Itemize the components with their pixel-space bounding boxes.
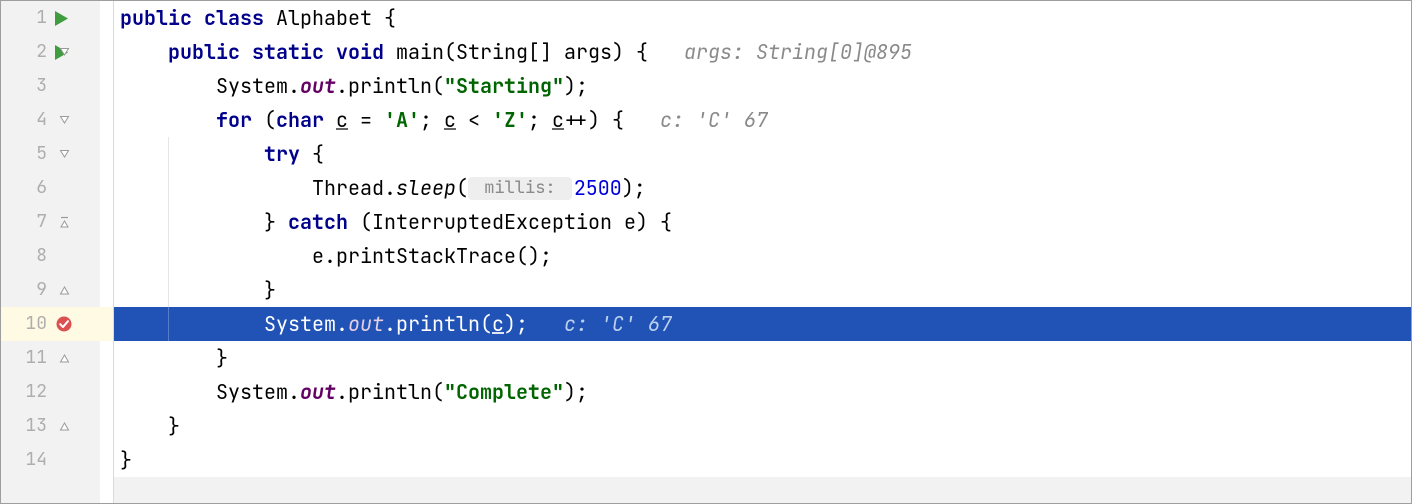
code-token: ; [420,103,444,137]
variable: c [492,307,504,341]
method-call: sleep [396,171,456,205]
code-text[interactable]: } catch (InterruptedException e) { [114,205,1411,239]
code-text[interactable]: public class Alphabet { [114,1,1411,35]
code-token: ); [504,307,564,341]
variable: c [444,103,456,137]
code-token: ( [264,103,276,137]
editor-line[interactable]: 11 } [1,341,1411,375]
code-text[interactable]: e.printStackTrace(); [114,239,1411,273]
code-token: ); [564,69,588,103]
line-number: 9 [1,273,49,307]
editor-line-current[interactable]: 10 System.out.println(c); c: 'C' 67 [1,307,1411,341]
line-number: 3 [1,69,49,103]
code-token: .println( [336,375,444,409]
line-number: 13 [1,409,49,443]
inline-hint: args: String[0]@895 [684,35,912,69]
code-text[interactable]: } [114,341,1411,375]
line-number: 10 [1,307,49,341]
fold-column[interactable] [100,409,114,443]
brace: } [216,341,228,375]
line-number: 6 [1,171,49,205]
code-token: .println( [384,307,492,341]
line-number: 14 [1,443,49,477]
brace: } [264,273,276,307]
variable: c [552,103,564,137]
gutter: 14 [1,443,100,477]
code-token: ); [622,171,646,205]
code-token: .println( [336,69,444,103]
brace: { [384,1,396,35]
code-token: ; [528,103,552,137]
string-literal: "Starting" [444,69,564,103]
code-text[interactable]: for (char c = 'A'; c < 'Z'; c++) { c: 'C… [114,103,1411,137]
editor-line[interactable]: 2 public static void main(String[] args)… [1,35,1411,69]
code-token: System. [264,307,348,341]
editor-line[interactable]: 5 try { [1,137,1411,171]
code-token: < [456,103,492,137]
inline-hint: c: 'C' 67 [564,307,672,341]
code-text[interactable]: try { [114,137,1411,171]
code-token: System. [216,69,300,103]
char-literal: 'Z' [492,103,528,137]
line-number: 12 [1,375,49,409]
string-literal: "Complete" [444,375,564,409]
inline-hint: c: 'C' 67 [660,103,768,137]
editor-line[interactable]: 13 } [1,409,1411,443]
field-ref: out [348,307,384,341]
keyword: catch [288,205,360,239]
line-number: 5 [1,137,49,171]
editor-line[interactable]: 7 } catch (InterruptedException e) { [1,205,1411,239]
editor-line[interactable]: 14 } [1,443,1411,477]
keyword: char [276,103,336,137]
variable: c [336,103,348,137]
code-text[interactable]: Thread.sleep( millis: 2500); [114,171,1411,205]
code-token: = [348,103,384,137]
keyword: try [264,137,312,171]
number-literal: 2500 [574,171,622,205]
char-literal: 'A' [384,103,420,137]
code-token: (InterruptedException e) { [360,205,672,239]
line-number: 11 [1,341,49,375]
code-editor[interactable]: 1 public class Alphabet { 2 public stati… [1,1,1411,503]
field-ref: out [300,375,336,409]
editor-line[interactable]: 12 System.out.println("Complete"); [1,375,1411,409]
brace: } [168,409,180,443]
line-number: 1 [1,1,49,35]
editor-line[interactable]: 8 e.printStackTrace(); [1,239,1411,273]
code-token: Thread. [312,171,396,205]
class-name: Alphabet [276,1,384,35]
fold-column [100,443,114,477]
code-text[interactable]: System.out.println(c); c: 'C' 67 [114,307,1411,341]
keyword: public static void [168,35,396,69]
parameter-hint: millis: [468,177,572,200]
line-number: 7 [1,205,49,239]
code-token: ++) { [564,103,660,137]
code-token: e.printStackTrace(); [312,239,552,273]
editor-line[interactable]: 9 } [1,273,1411,307]
code-text[interactable]: } [114,409,1411,443]
code-text[interactable]: public static void main(String[] args) {… [114,35,1411,69]
method-signature: main(String[] args) { [396,35,684,69]
line-number: 2 [1,35,49,69]
line-number: 4 [1,103,49,137]
code-text[interactable]: System.out.println("Starting"); [114,69,1411,103]
code-token: ( [456,171,468,205]
editor-line[interactable]: 6 Thread.sleep( millis: 2500); [1,171,1411,205]
brace: } [264,205,288,239]
keyword: for [216,103,264,137]
code-text[interactable]: } [114,443,1411,477]
code-token: ); [564,375,588,409]
code-text[interactable]: } [114,273,1411,307]
editor-filler [1,477,1411,503]
code-text[interactable]: System.out.println("Complete"); [114,375,1411,409]
field-ref: out [300,69,336,103]
code-token: System. [216,375,300,409]
editor-line[interactable]: 1 public class Alphabet { [1,1,1411,35]
line-number: 8 [1,239,49,273]
editor-line[interactable]: 3 System.out.println("Starting"); [1,69,1411,103]
brace: { [312,137,324,171]
editor-line[interactable]: 4 for (char c = 'A'; c < 'Z'; c++) { c: … [1,103,1411,137]
